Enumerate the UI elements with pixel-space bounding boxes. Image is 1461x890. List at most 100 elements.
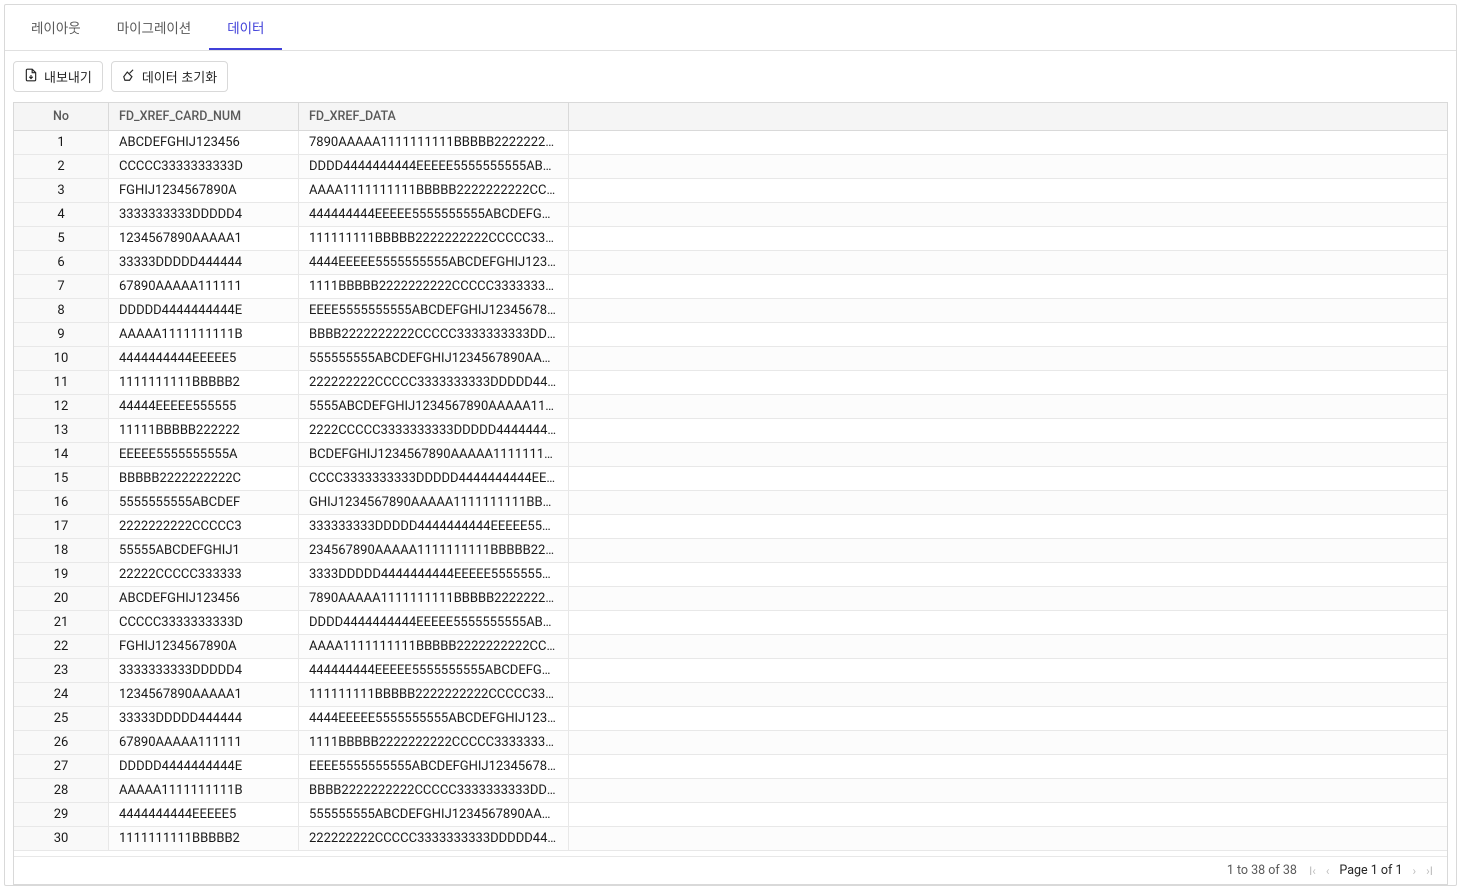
cell-rest	[569, 323, 1447, 346]
table-row[interactable]: 27DDDDD4444444444EEEEE5555555555ABCDEFGH…	[14, 755, 1447, 779]
cell-card-num: CCCCC3333333333D	[109, 611, 299, 634]
cell-card-num: 5555555555ABCDEF	[109, 491, 299, 514]
cell-no: 22	[14, 635, 109, 658]
reset-data-button[interactable]: 데이터 초기화	[111, 61, 228, 92]
cell-no: 7	[14, 275, 109, 298]
cell-no: 8	[14, 299, 109, 322]
table-row[interactable]: 51234567890AAAAA1111111111BBBBB222222222…	[14, 227, 1447, 251]
tab-bar: 레이아웃 마이그레이션 데이터	[5, 5, 1456, 51]
cell-no: 5	[14, 227, 109, 250]
cell-card-num: 22222CCCCC333333	[109, 563, 299, 586]
pager-last-icon[interactable]: ›I	[1426, 864, 1433, 878]
tab-migration[interactable]: 마이그레이션	[99, 5, 210, 50]
cell-no: 28	[14, 779, 109, 802]
pager-next-icon[interactable]: ›	[1413, 864, 1417, 878]
table-row[interactable]: 1311111BBBBB2222222222CCCCC3333333333DDD…	[14, 419, 1447, 443]
col-header-data[interactable]: FD_XREF_DATA	[299, 103, 569, 130]
cell-data: DDDD4444444444EEEEE5555555555ABCDE	[299, 611, 569, 634]
cell-card-num: FGHIJ1234567890A	[109, 635, 299, 658]
cell-data: AAAA1111111111BBBBB2222222222CCCCC	[299, 635, 569, 658]
cell-data: 4444EEEEE5555555555ABCDEFGHIJ12345	[299, 251, 569, 274]
table-row[interactable]: 767890AAAAA1111111111BBBBB2222222222CCCC…	[14, 275, 1447, 299]
cell-data: BCDEFGHIJ1234567890AAAAA1111111111	[299, 443, 569, 466]
table-row[interactable]: 1ABCDEFGHIJ1234567890AAAAA1111111111BBBB…	[14, 131, 1447, 155]
table-row[interactable]: 8DDDDD4444444444EEEEE5555555555ABCDEFGHI…	[14, 299, 1447, 323]
pager-range: 1 to 38 of 38	[1227, 863, 1297, 878]
table-row[interactable]: 172222222222CCCCC3333333333DDDDD44444444…	[14, 515, 1447, 539]
table-row[interactable]: 165555555555ABCDEFGHIJ1234567890AAAAA111…	[14, 491, 1447, 515]
pager-controls: I‹ ‹ Page 1 of 1 › ›I	[1309, 863, 1433, 878]
cell-card-num: AAAAA1111111111B	[109, 779, 299, 802]
cell-card-num: 33333DDDDD444444	[109, 707, 299, 730]
table-row[interactable]: 14EEEEE5555555555ABCDEFGHIJ1234567890AAA…	[14, 443, 1447, 467]
pager-first-icon[interactable]: I‹	[1309, 864, 1316, 878]
pager-prev-icon[interactable]: ‹	[1326, 864, 1330, 878]
cell-no: 6	[14, 251, 109, 274]
cell-data: GHIJ1234567890AAAAA1111111111BBBBB	[299, 491, 569, 514]
cell-data: 1111BBBBB2222222222CCCCC3333333333	[299, 731, 569, 754]
cell-no: 13	[14, 419, 109, 442]
table-row[interactable]: 2667890AAAAA1111111111BBBBB2222222222CCC…	[14, 731, 1447, 755]
cell-rest	[569, 227, 1447, 250]
cell-card-num: BBBBB2222222222C	[109, 467, 299, 490]
cell-no: 27	[14, 755, 109, 778]
table-row[interactable]: 21CCCCC3333333333DDDDD4444444444EEEEE555…	[14, 611, 1447, 635]
cell-rest	[569, 419, 1447, 442]
cell-no: 26	[14, 731, 109, 754]
toolbar: 내보내기 데이터 초기화	[5, 51, 1456, 102]
table-row[interactable]: 233333333333DDDDD4444444444EEEEE55555555…	[14, 659, 1447, 683]
table-row[interactable]: 111111111111BBBBB2222222222CCCCC33333333…	[14, 371, 1447, 395]
cell-card-num: 4444444444EEEEE5	[109, 803, 299, 826]
cell-data: 111111111BBBBB2222222222CCCCC33333	[299, 683, 569, 706]
cell-rest	[569, 659, 1447, 682]
grid-header: No FD_XREF_CARD_NUM FD_XREF_DATA	[14, 103, 1447, 131]
col-header-no[interactable]: No	[14, 103, 109, 130]
table-row[interactable]: 2533333DDDDD4444444444EEEEE5555555555ABC…	[14, 707, 1447, 731]
table-row[interactable]: 28AAAAA1111111111BBBBB2222222222CCCCC333…	[14, 779, 1447, 803]
tab-data[interactable]: 데이터	[209, 5, 282, 50]
cell-data: 444444444EEEEE5555555555ABCDEFGHIJ	[299, 659, 569, 682]
table-row[interactable]: 104444444444EEEEE5555555555ABCDEFGHIJ123…	[14, 347, 1447, 371]
tab-layout[interactable]: 레이아웃	[13, 5, 99, 50]
cell-no: 24	[14, 683, 109, 706]
export-button[interactable]: 내보내기	[13, 61, 103, 92]
cell-no: 1	[14, 131, 109, 154]
table-row[interactable]: 3FGHIJ1234567890AAAAA1111111111BBBBB2222…	[14, 179, 1447, 203]
table-row[interactable]: 241234567890AAAAA1111111111BBBBB22222222…	[14, 683, 1447, 707]
table-row[interactable]: 2CCCCC3333333333DDDDD4444444444EEEEE5555…	[14, 155, 1447, 179]
cell-card-num: EEEEE5555555555A	[109, 443, 299, 466]
table-row[interactable]: 294444444444EEEEE5555555555ABCDEFGHIJ123…	[14, 803, 1447, 827]
cell-no: 3	[14, 179, 109, 202]
cell-card-num: 4444444444EEEEE5	[109, 347, 299, 370]
cell-card-num: CCCCC3333333333D	[109, 155, 299, 178]
cell-rest	[569, 203, 1447, 226]
table-row[interactable]: 9AAAAA1111111111BBBBB2222222222CCCCC3333…	[14, 323, 1447, 347]
cell-data: 3333DDDDD4444444444EEEEE5555555555	[299, 563, 569, 586]
broom-icon	[122, 68, 136, 85]
table-row[interactable]: 1922222CCCCC3333333333DDDDD4444444444EEE…	[14, 563, 1447, 587]
cell-no: 4	[14, 203, 109, 226]
table-row[interactable]: 1855555ABCDEFGHIJ1234567890AAAAA11111111…	[14, 539, 1447, 563]
cell-rest	[569, 299, 1447, 322]
cell-rest	[569, 683, 1447, 706]
cell-card-num: ABCDEFGHIJ123456	[109, 131, 299, 154]
table-row[interactable]: 301111111111BBBBB2222222222CCCCC33333333…	[14, 827, 1447, 851]
cell-rest	[569, 491, 1447, 514]
table-row[interactable]: 22FGHIJ1234567890AAAAA1111111111BBBBB222…	[14, 635, 1447, 659]
table-row[interactable]: 1244444EEEEE5555555555ABCDEFGHIJ12345678…	[14, 395, 1447, 419]
cell-rest	[569, 515, 1447, 538]
table-row[interactable]: 20ABCDEFGHIJ1234567890AAAAA1111111111BBB…	[14, 587, 1447, 611]
table-row[interactable]: 15BBBBB2222222222CCCCC3333333333DDDDD444…	[14, 467, 1447, 491]
col-header-card-num[interactable]: FD_XREF_CARD_NUM	[109, 103, 299, 130]
cell-no: 19	[14, 563, 109, 586]
cell-card-num: 44444EEEEE555555	[109, 395, 299, 418]
table-row[interactable]: 633333DDDDD4444444444EEEEE5555555555ABCD…	[14, 251, 1447, 275]
cell-data: BBBB2222222222CCCCC3333333333DDDDD	[299, 323, 569, 346]
cell-no: 2	[14, 155, 109, 178]
grid-body[interactable]: 1ABCDEFGHIJ1234567890AAAAA1111111111BBBB…	[14, 131, 1447, 856]
cell-card-num: 1234567890AAAAA1	[109, 683, 299, 706]
reset-data-button-label: 데이터 초기화	[142, 67, 217, 86]
cell-card-num: 2222222222CCCCC3	[109, 515, 299, 538]
table-row[interactable]: 43333333333DDDDD4444444444EEEEE555555555…	[14, 203, 1447, 227]
cell-rest	[569, 827, 1447, 850]
